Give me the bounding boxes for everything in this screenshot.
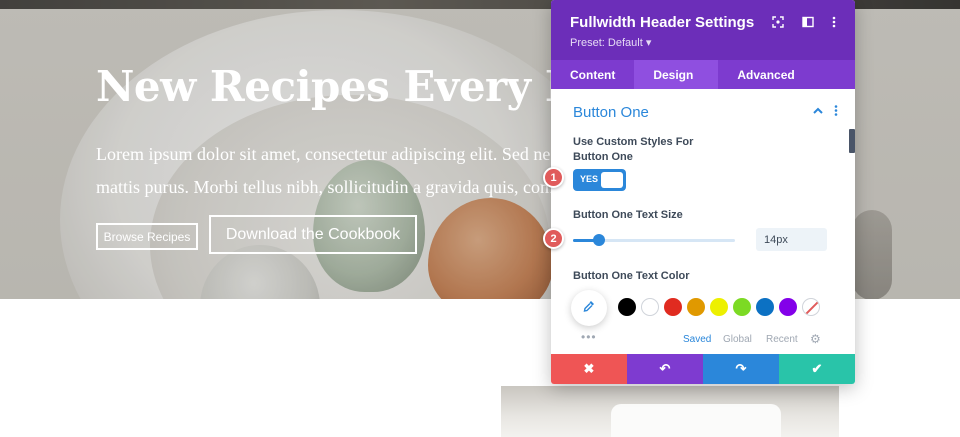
tab-advanced[interactable]: Advanced [718,60,813,89]
swatch-green[interactable] [733,298,751,316]
text-color-label: Button One Text Color [573,270,690,282]
panel-title: Fullwidth Header Settings [570,14,755,31]
close-icon: ✖ [583,361,595,376]
swatch-yellow[interactable] [710,298,728,316]
focus-icon[interactable] [770,14,786,30]
preset-dropdown[interactable]: Preset: Default ▾ [570,36,651,49]
swatch-red[interactable] [664,298,682,316]
scrollbar-thumb[interactable] [849,129,855,153]
settings-panel: Fullwidth Header Settings Preset: Defaul… [551,0,855,384]
section-title[interactable]: Button One [573,104,649,121]
page: New Recipes Every Day Lorem ipsum dolor … [0,0,960,437]
more-dots-icon[interactable]: ••• [581,330,597,344]
tab-content[interactable]: Content [551,60,634,89]
annotation-badge: 1 [543,167,564,188]
below-section-image [501,386,839,437]
redo-icon: ↷ [735,361,747,376]
redo-button[interactable]: ↷ [703,354,779,384]
custom-styles-label-line: Use Custom Styles For [573,136,694,148]
section-more-icon[interactable] [834,104,838,119]
swatch-white[interactable] [641,298,659,316]
swatch-orange[interactable] [687,298,705,316]
check-icon: ✔ [811,361,823,376]
color-swatches [618,298,820,316]
palette-tab-saved[interactable]: Saved [683,334,711,345]
panel-tabs: Content Design Advanced [551,60,855,89]
slider-handle[interactable] [592,234,605,246]
chevron-up-icon[interactable] [813,104,823,119]
swatch-blue[interactable] [756,298,774,316]
palette-tab-recent[interactable]: Recent [766,334,798,345]
hero-body-line: Lorem ipsum dolor sit amet, consectetur … [96,144,559,164]
gear-icon[interactable]: ⚙ [810,332,821,346]
layout-icon[interactable] [800,14,816,30]
save-button[interactable]: ✔ [779,354,855,384]
panel-header: Fullwidth Header Settings Preset: Defaul… [551,0,855,60]
swatch-none[interactable] [802,298,820,316]
hero-body-line: mattis purus. Morbi tellus nibh, sollici… [96,177,554,197]
eyedropper-icon [582,299,596,318]
color-picker-button[interactable] [571,290,607,326]
more-icon[interactable] [826,14,842,30]
hero-body-text: Lorem ipsum dolor sit amet, consectetur … [96,138,566,204]
undo-icon: ↶ [659,361,671,376]
annotation-badge: 2 [543,228,564,249]
palette-tab-global[interactable]: Global [723,334,752,345]
toggle-knob [601,172,623,188]
cancel-button[interactable]: ✖ [551,354,627,384]
hero-title: New Recipes Every Day [96,62,632,111]
panel-footer: ✖ ↶ ↷ ✔ [551,354,855,384]
custom-styles-label-line: Button One [573,151,633,163]
browse-recipes-button[interactable]: Browse Recipes [96,223,198,250]
toggle-text: YES [580,174,599,184]
text-size-input[interactable]: 14px [756,228,827,251]
download-cookbook-button[interactable]: Download the Cookbook [209,215,417,254]
swatch-purple[interactable] [779,298,797,316]
panel-body: Button One Use Custom Styles For Button … [551,89,855,354]
swatch-black[interactable] [618,298,636,316]
custom-styles-label: Use Custom Styles For Button One [573,135,693,165]
text-size-label: Button One Text Size [573,209,683,221]
undo-button[interactable]: ↶ [627,354,703,384]
tab-design[interactable]: Design [634,60,719,89]
custom-styles-toggle[interactable]: YES [573,169,626,191]
